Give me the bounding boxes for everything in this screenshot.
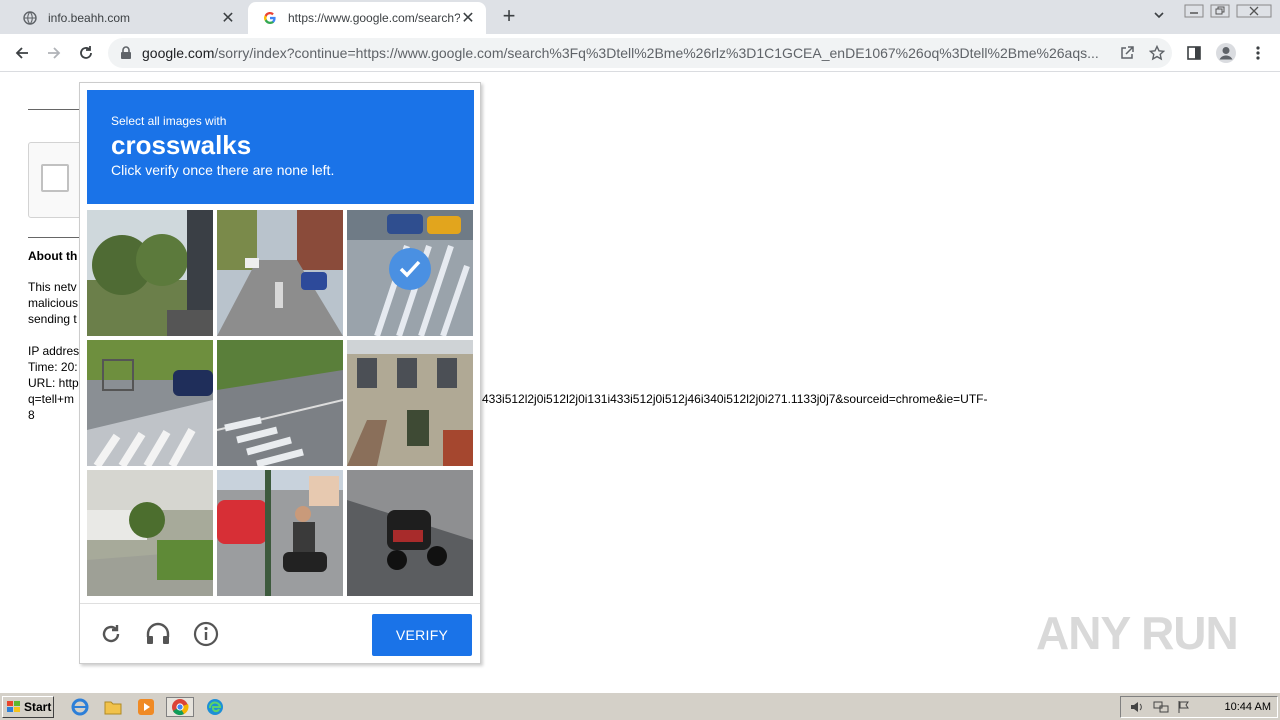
about-heading: About th: [28, 249, 78, 263]
system-tray: 10:44 AM: [1120, 696, 1278, 718]
tab-search-chevron-icon[interactable]: [1152, 8, 1166, 22]
image-tile-6[interactable]: [347, 340, 473, 466]
challenge-footer: VERIFY: [80, 603, 480, 663]
new-tab-button[interactable]: +: [498, 5, 520, 28]
image-tile-5[interactable]: [217, 340, 343, 466]
edge-icon[interactable]: [205, 697, 225, 717]
back-button[interactable]: [9, 40, 35, 66]
divider: [28, 237, 80, 238]
selected-check-icon: [389, 248, 431, 290]
recaptcha-checkbox[interactable]: [41, 164, 69, 192]
lock-icon[interactable]: [120, 46, 132, 60]
network-icon[interactable]: [1153, 700, 1169, 719]
volume-icon[interactable]: [1129, 700, 1145, 719]
page-line: sending t: [28, 312, 77, 326]
start-label: Start: [24, 700, 52, 714]
action-center-flag-icon[interactable]: [1177, 700, 1191, 719]
image-tile-2[interactable]: [217, 210, 343, 336]
taskbar: Start 10:44 AM: [0, 692, 1280, 720]
close-tab-icon[interactable]: ✕: [460, 8, 476, 28]
url-line: URL: http: [28, 376, 79, 390]
url-path: /sorry/index?continue=https://www.google…: [214, 45, 1099, 61]
forward-button[interactable]: [41, 40, 67, 66]
image-tile-3-selected[interactable]: [347, 210, 473, 336]
url-line-cont: q=tell+m: [28, 392, 75, 406]
divider: [28, 109, 80, 110]
image-tile-9[interactable]: [347, 470, 473, 596]
reload-challenge-icon[interactable]: [97, 620, 125, 648]
close-tab-icon[interactable]: ✕: [220, 8, 236, 28]
prompt-target: crosswalks: [111, 130, 252, 160]
tab-title: info.beahh.com: [48, 11, 131, 25]
google-icon: [262, 10, 278, 26]
explorer-folder-icon[interactable]: [103, 697, 123, 717]
image-tile-4[interactable]: [87, 340, 213, 466]
start-button[interactable]: Start: [2, 696, 54, 718]
tab-google-search[interactable]: https://www.google.com/search?q= ✕: [248, 2, 486, 34]
challenge-header: Select all images with crosswalks Click …: [87, 90, 474, 204]
anyrun-watermark: ANY RUN: [1036, 607, 1239, 659]
close-window-icon[interactable]: [1236, 4, 1272, 18]
chrome-taskbar-icon[interactable]: [166, 697, 194, 717]
url-line-tail: 433i512l2j0i512l2j0i131i433i512j0i512j46…: [482, 392, 988, 406]
profile-avatar-icon[interactable]: [1213, 40, 1239, 66]
media-player-icon[interactable]: [136, 697, 156, 717]
address-bar[interactable]: google.com/sorry/index?continue=https://…: [108, 38, 1172, 68]
ie-icon[interactable]: [70, 697, 90, 717]
info-icon[interactable]: [192, 620, 220, 648]
restore-window-icon[interactable]: [1210, 4, 1230, 18]
clock: 10:44 AM: [1224, 701, 1271, 713]
ip-address-line: IP addres: [28, 344, 80, 358]
page-line: malicious: [28, 296, 79, 310]
tab-title: https://www.google.com/search?q=: [288, 11, 460, 25]
globe-icon: [22, 10, 38, 26]
tab-info-beahh[interactable]: info.beahh.com ✕: [8, 2, 246, 34]
url-text: google.com/sorry/index?continue=https://…: [132, 45, 1112, 61]
url-line-end: 8: [28, 408, 35, 422]
recaptcha-challenge: Select all images with crosswalks Click …: [79, 82, 481, 664]
image-tile-7[interactable]: [87, 470, 213, 596]
side-panel-icon[interactable]: [1181, 40, 1207, 66]
bookmark-star-icon[interactable]: [1142, 38, 1172, 68]
minimize-window-icon[interactable]: [1184, 4, 1204, 18]
time-line: Time: 20:: [28, 360, 78, 374]
prompt-sub: Click verify once there are none left.: [111, 162, 335, 178]
more-menu-icon[interactable]: [1245, 40, 1271, 66]
share-icon[interactable]: [1112, 38, 1142, 68]
prompt-small: Select all images with: [111, 114, 227, 128]
image-tile-8[interactable]: [217, 470, 343, 596]
image-tile-1[interactable]: [87, 210, 213, 336]
image-grid: [87, 210, 474, 597]
reload-button[interactable]: [73, 40, 99, 66]
windows-logo-icon: [6, 700, 22, 714]
url-host: google.com: [142, 45, 215, 61]
tab-strip: info.beahh.com ✕ https://www.google.com/…: [0, 0, 1280, 34]
browser-toolbar: google.com/sorry/index?continue=https://…: [0, 34, 1280, 72]
verify-button[interactable]: VERIFY: [372, 614, 472, 656]
page-line: This netv: [28, 280, 77, 294]
audio-challenge-icon[interactable]: [144, 620, 172, 648]
